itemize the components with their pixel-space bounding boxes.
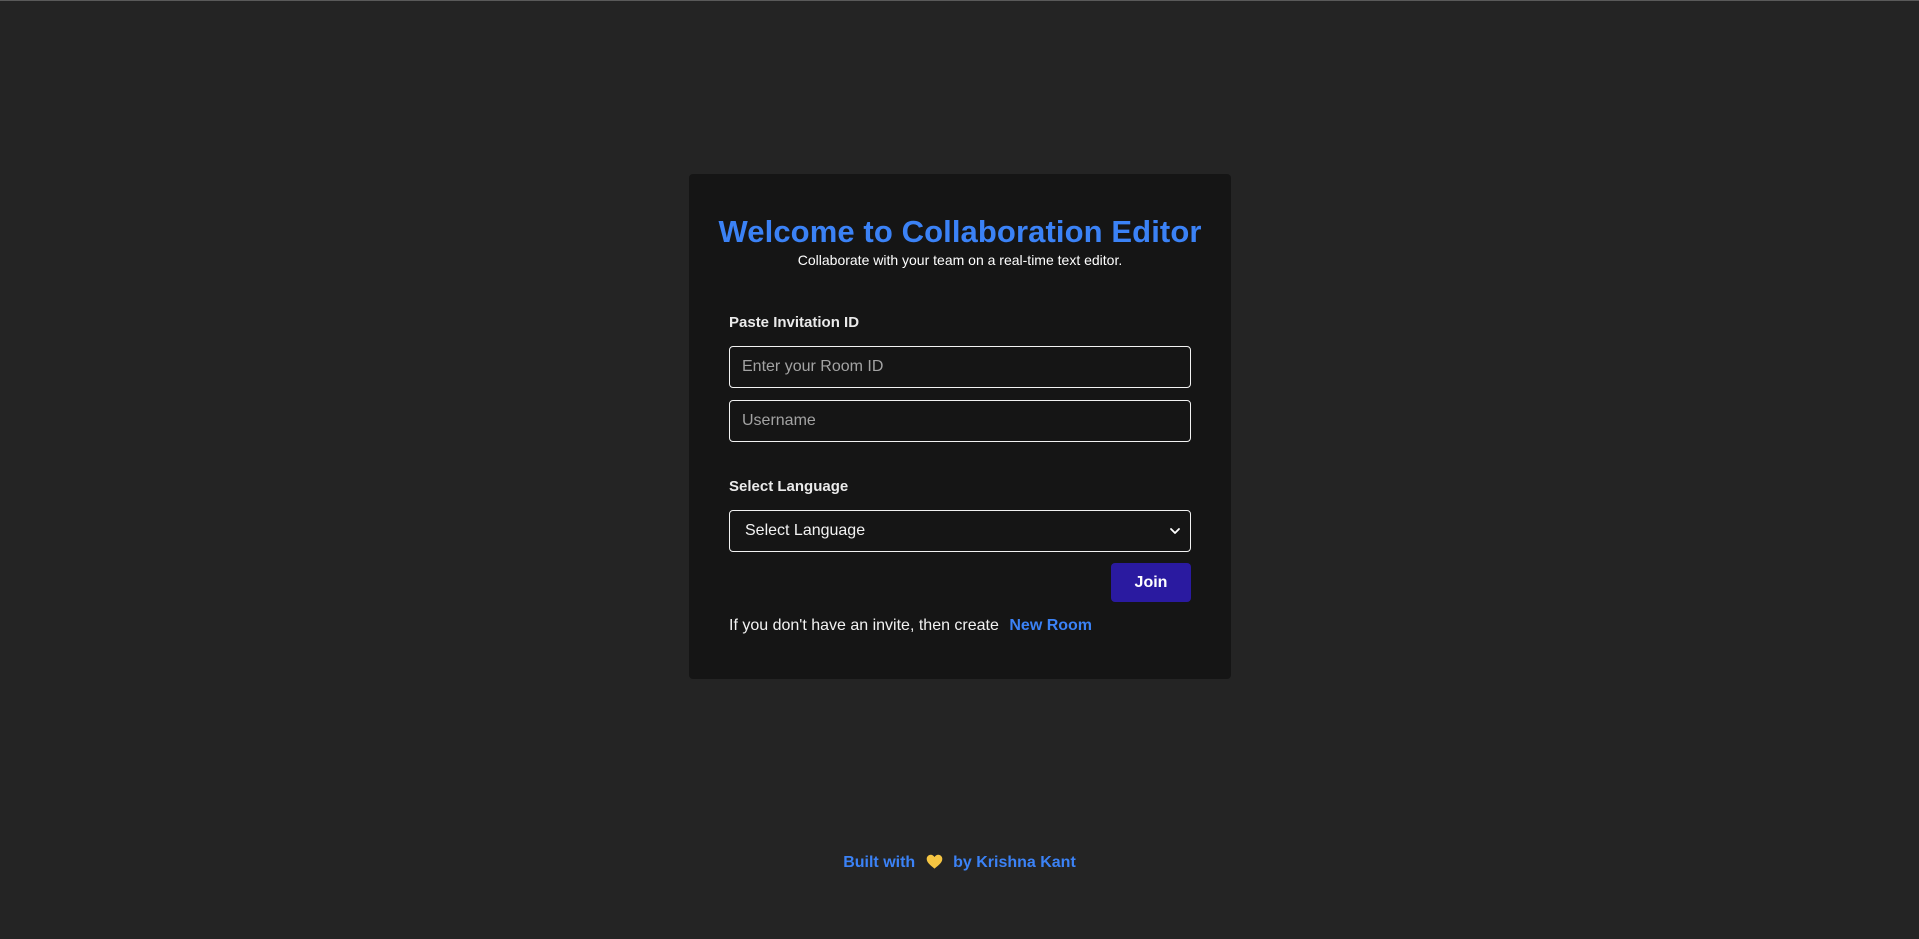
page-title: Welcome to Collaboration Editor xyxy=(718,214,1202,249)
username-input[interactable] xyxy=(729,400,1191,442)
join-button[interactable]: Join xyxy=(1111,563,1191,602)
footer: Built with by Krishna Kant xyxy=(0,854,1919,874)
join-room-card: Welcome to Collaboration Editor Collabor… xyxy=(689,174,1231,679)
create-room-text: If you don't have an invite, then create xyxy=(729,617,999,634)
room-id-input[interactable] xyxy=(729,346,1191,388)
language-select[interactable]: Select Language xyxy=(729,510,1191,552)
create-room-prompt: If you don't have an invite, then create… xyxy=(729,617,1092,635)
language-select-value: Select Language xyxy=(745,522,866,539)
language-label: Select Language xyxy=(729,478,849,495)
chevron-down-icon xyxy=(1168,524,1182,538)
footer-prefix: Built with xyxy=(843,854,916,871)
heart-icon xyxy=(926,854,943,874)
invite-id-label: Paste Invitation ID xyxy=(729,314,860,331)
new-room-link[interactable]: New Room xyxy=(1009,617,1092,634)
footer-author: by Krishna Kant xyxy=(953,854,1076,871)
page-subtitle: Collaborate with your team on a real-tim… xyxy=(797,252,1123,268)
